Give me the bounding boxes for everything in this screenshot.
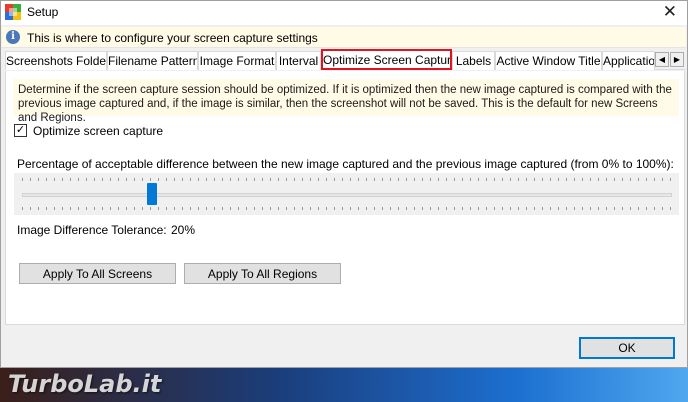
slider-track[interactable] bbox=[22, 193, 672, 197]
info-text: This is where to configure your screen c… bbox=[27, 31, 318, 45]
tolerance-value: 20% bbox=[171, 223, 196, 237]
tab-filename-pattern[interactable]: Filename Pattern bbox=[107, 51, 198, 70]
info-bar: i This is where to configure your screen… bbox=[2, 27, 686, 48]
app-icon bbox=[5, 4, 21, 20]
tab-active-window-title[interactable]: Active Window Title bbox=[495, 51, 602, 70]
watermark: TurboLab.it bbox=[8, 370, 162, 398]
tolerance-label: Image Difference Tolerance: bbox=[17, 223, 167, 237]
tab-optimize-screen-capture[interactable]: Optimize Screen Capture bbox=[321, 49, 452, 70]
tab-scroll-left-icon[interactable]: ◀ bbox=[655, 52, 669, 67]
optimize-checkbox-label[interactable]: Optimize screen capture bbox=[33, 124, 163, 138]
title-bar[interactable]: Setup ✕ bbox=[1, 1, 687, 25]
percentage-label: Percentage of acceptable difference betw… bbox=[17, 157, 674, 171]
optimize-checkbox[interactable]: ✓ bbox=[14, 124, 27, 137]
tab-application[interactable]: Application bbox=[602, 51, 655, 70]
window-title: Setup bbox=[27, 5, 59, 19]
description-text: Determine if the screen capture session … bbox=[13, 79, 679, 124]
slider-thumb[interactable] bbox=[147, 183, 157, 205]
apply-to-all-regions-button[interactable]: Apply To All Regions bbox=[184, 263, 341, 284]
optimize-panel: Determine if the screen capture session … bbox=[5, 71, 685, 325]
tolerance-slider[interactable] bbox=[14, 173, 679, 215]
slider-ticks-top bbox=[22, 178, 672, 181]
tab-screenshots-folder[interactable]: Screenshots Folder bbox=[5, 51, 107, 70]
tab-strip: Screenshots Folder Filename Pattern Imag… bbox=[5, 49, 685, 70]
tab-scroll-right-icon[interactable]: ▶ bbox=[670, 52, 684, 67]
ok-button[interactable]: OK bbox=[579, 337, 675, 359]
setup-window: Setup ✕ i This is where to configure you… bbox=[0, 0, 688, 368]
info-icon: i bbox=[6, 30, 20, 44]
slider-ticks-bottom bbox=[22, 207, 672, 210]
close-icon[interactable]: ✕ bbox=[663, 2, 677, 22]
apply-to-all-screens-button[interactable]: Apply To All Screens bbox=[19, 263, 176, 284]
tab-labels[interactable]: Labels bbox=[452, 51, 495, 70]
tab-image-format[interactable]: Image Format bbox=[198, 51, 276, 70]
tab-interval[interactable]: Interval bbox=[276, 51, 321, 70]
